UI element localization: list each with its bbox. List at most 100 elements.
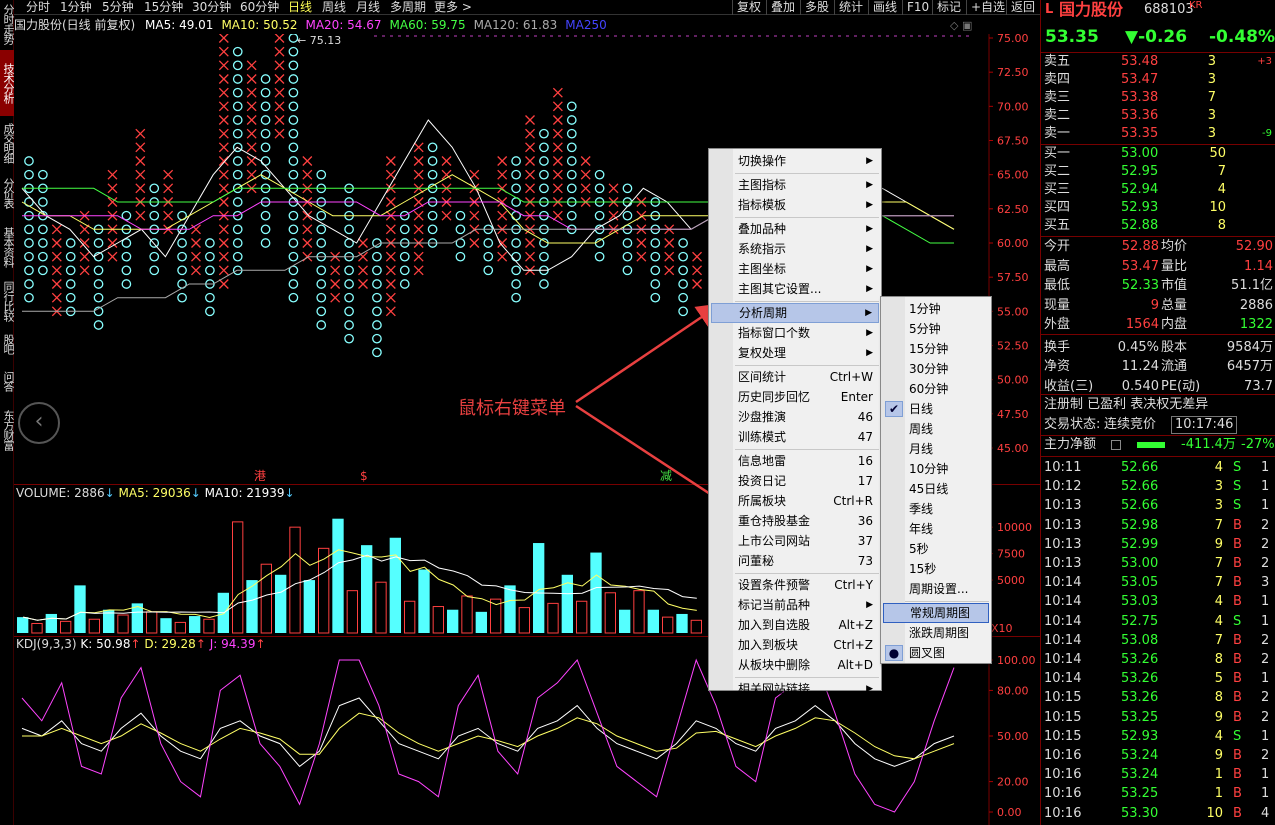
tick-count: 1 [1261,767,1270,783]
menu-item-5[interactable]: 叠加品种 ▶ [711,219,879,239]
tick-volume: 1 [1214,767,1223,783]
bid-volume: 7 [1217,164,1226,179]
menu-item-24[interactable]: 问董秘 73 [711,551,879,571]
tick-side: S [1233,613,1242,629]
tick-side: S [1233,460,1242,475]
menu-item-14[interactable]: 区间统计 Ctrl+W [711,367,879,387]
menu-item-2[interactable]: 主图指标 ▶ [711,175,879,195]
menu-item-shortcut: Alt+D [837,658,873,672]
submenu-item-10[interactable]: 季线 [883,499,989,519]
tick-row-15: 10:16 53.24 9 B 2 [1041,746,1275,765]
tick-count: 2 [1261,690,1270,706]
tick-time: 10:16 [1044,805,1082,821]
menu-item-23[interactable]: 上市公司网站 37 [711,531,879,551]
ask-row-0[interactable]: 卖五 53.48 3 +3 [1041,53,1275,71]
menu-item-28[interactable]: 加入到自选股 Alt+Z [711,615,879,635]
stat-row-7: 收益(三) 0.540 PE(动) 73.7 [1041,377,1275,396]
menu-item-21[interactable]: 所属板块 Ctrl+R [711,491,879,511]
prev-page-icon[interactable]: ‹ [18,402,60,444]
submenu-item-label: 圆叉图 [909,646,946,660]
menu-item-6[interactable]: 系统指示 ▶ [711,239,879,259]
price-summary: 53.35 ▼-0.26 -0.48% [1041,24,1275,50]
ask-row-2[interactable]: 卖三 53.38 7 [1041,89,1275,107]
menu-item-26[interactable]: 设置条件预警 Ctrl+Y [711,575,879,595]
tick-price: 53.26 [1121,671,1159,687]
submenu-item-0[interactable]: 1分钟 [883,299,989,319]
menu-item-17[interactable]: 训练模式 47 [711,427,879,447]
submenu-item-label: 日线 [909,402,934,416]
menu-item-12[interactable]: 复权处理 ▶ [711,343,879,363]
bid-row-0[interactable]: 买一 53.00 50 [1041,145,1275,163]
menu-item-7[interactable]: 主图坐标 ▶ [711,259,879,279]
submenu-item-8[interactable]: 10分钟 [883,459,989,479]
submenu-item-2[interactable]: 15分钟 [883,339,989,359]
submenu-item-label: 45日线 [909,482,949,496]
main-force-icon[interactable] [1111,440,1121,450]
bid-row-4[interactable]: 买五 52.88 8 [1041,217,1275,235]
ask-row-3[interactable]: 卖二 53.36 3 [1041,107,1275,125]
submenu-item-14[interactable]: 周期设置... [883,579,989,599]
bid-row-1[interactable]: 买二 52.95 7 [1041,163,1275,181]
tick-volume: 7 [1214,556,1223,571]
ask-label: 卖二 [1044,108,1071,123]
menu-item-label: 系统指示 [738,242,787,256]
submenu-item-13[interactable]: 15秒 [883,559,989,579]
submenu-item-3[interactable]: 30分钟 [883,359,989,379]
menu-item-32[interactable]: 相关网站链接 ▶ [711,679,879,699]
arrow-to-analysis-period [575,303,723,404]
submenu-item-7[interactable]: 月线 [883,439,989,459]
menu-item-30[interactable]: 从板块中删除 Alt+D [711,655,879,675]
menu-item-11[interactable]: 指标窗口个数 ▶ [711,323,879,343]
menu-item-10[interactable]: 分析周期 ▶ [711,303,879,323]
bid-row-2[interactable]: 买三 52.94 4 [1041,181,1275,199]
menu-item-3[interactable]: 指标模板 ▶ [711,195,879,215]
submenu-item-17[interactable]: 涨跌周期图 [883,623,989,643]
trade-status: 交易状态: 连续竞价 10:17:46 [1041,415,1275,435]
trade-status-time: 10:17:46 [1171,416,1238,434]
submenu-item-1[interactable]: 5分钟 [883,319,989,339]
menu-item-20[interactable]: 投资日记 17 [711,471,879,491]
menu-item-label: 所属板块 [738,494,787,508]
menu-item-0[interactable]: 切换操作 ▶ [711,151,879,171]
submenu-item-5[interactable]: ✔ 日线 [883,399,989,419]
tick-row-3: 10:13 52.98 7 B 2 [1041,516,1275,535]
stat-label: 现量 [1044,297,1071,313]
tick-volume: 9 [1214,748,1223,763]
ask-volume: 7 [1207,90,1216,105]
stat-value-2: 51.1亿 [1231,278,1273,293]
tick-time: 10:13 [1044,556,1082,571]
submenu-item-6[interactable]: 周线 [883,419,989,439]
menu-item-label: 投资日记 [738,474,787,488]
menu-item-label: 分析周期 [739,306,788,320]
menu-item-27[interactable]: 标记当前品种 ▶ [711,595,879,615]
stat-value: 53.47 [1121,258,1159,274]
menu-item-15[interactable]: 历史同步回忆 Enter [711,387,879,407]
menu-item-16[interactable]: 沙盘推演 46 [711,407,879,427]
submenu-item-9[interactable]: 45日线 [883,479,989,499]
menu-item-29[interactable]: 加入到板块 Ctrl+Z [711,635,879,655]
menu-item-19[interactable]: 信息地雷 16 [711,451,879,471]
ask-volume: 3 [1207,108,1216,123]
tick-side: B [1233,632,1242,648]
ask-row-1[interactable]: 卖四 53.47 3 [1041,71,1275,89]
submenu-item-18[interactable]: ● 圆叉图 [883,643,989,663]
tick-volume: 7 [1214,632,1223,648]
menu-item-shortcut: Ctrl+Z [833,638,873,652]
menu-item-8[interactable]: 主图其它设置... ▶ [711,279,879,299]
submenu-item-4[interactable]: 60分钟 [883,379,989,399]
menu-item-22[interactable]: 重仓持股基金 36 [711,511,879,531]
tick-volume: 4 [1214,594,1223,610]
tick-side: B [1233,748,1242,763]
tick-time: 10:13 [1044,517,1082,533]
submenu-item-12[interactable]: 5秒 [883,539,989,559]
tick-row-13: 10:15 53.25 9 B 2 [1041,708,1275,727]
menu-item-label: 区间统计 [738,370,787,384]
menu-item-label: 加入到板块 [738,638,799,652]
bid-row-3[interactable]: 买四 52.93 10 [1041,199,1275,217]
submenu-item-11[interactable]: 年线 [883,519,989,539]
tick-count: 2 [1261,709,1270,725]
tick-count: 1 [1261,498,1270,514]
submenu-item-16[interactable]: 常规周期图 [883,603,989,623]
bid-price: 53.00 [1121,146,1159,161]
ask-row-4[interactable]: 卖一 53.35 3 -9 [1041,125,1275,143]
